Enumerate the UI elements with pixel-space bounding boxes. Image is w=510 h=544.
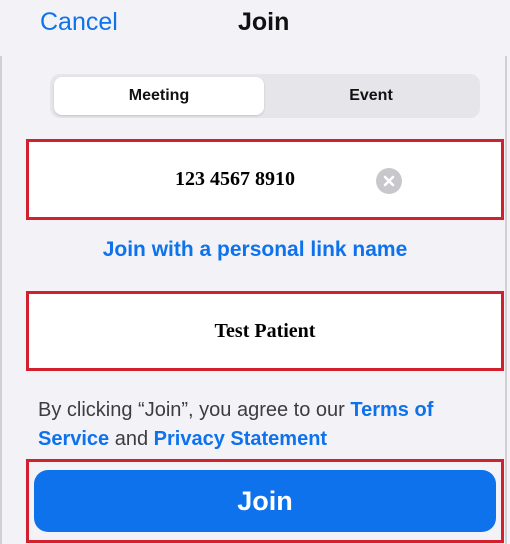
display-name-field bbox=[26, 291, 504, 371]
privacy-statement-link[interactable]: Privacy Statement bbox=[154, 428, 327, 450]
join-with-personal-link-button[interactable]: Join with a personal link name bbox=[0, 238, 510, 262]
join-type-segmented-control: Meeting Event bbox=[50, 74, 480, 118]
cancel-button[interactable]: Cancel bbox=[40, 8, 118, 37]
meeting-id-input[interactable] bbox=[29, 142, 501, 217]
left-edge-divider bbox=[0, 0, 2, 544]
legal-conjunction-text: and bbox=[109, 428, 154, 450]
legal-notice: By clicking “Join”, you agree to our Ter… bbox=[38, 396, 503, 454]
legal-prefix-text: By clicking “Join”, you agree to our bbox=[38, 399, 351, 421]
join-button[interactable]: Join bbox=[34, 470, 496, 532]
join-screen: Cancel Join Meeting Event Join with a pe… bbox=[0, 0, 510, 544]
meeting-id-field bbox=[26, 139, 504, 220]
clear-icon[interactable] bbox=[376, 168, 402, 194]
nav-header: Cancel Join bbox=[0, 0, 510, 56]
right-edge-divider bbox=[505, 0, 507, 544]
tab-meeting[interactable]: Meeting bbox=[54, 77, 264, 115]
page-title: Join bbox=[238, 8, 290, 36]
display-name-input[interactable] bbox=[29, 294, 501, 368]
tab-event[interactable]: Event bbox=[266, 77, 476, 115]
